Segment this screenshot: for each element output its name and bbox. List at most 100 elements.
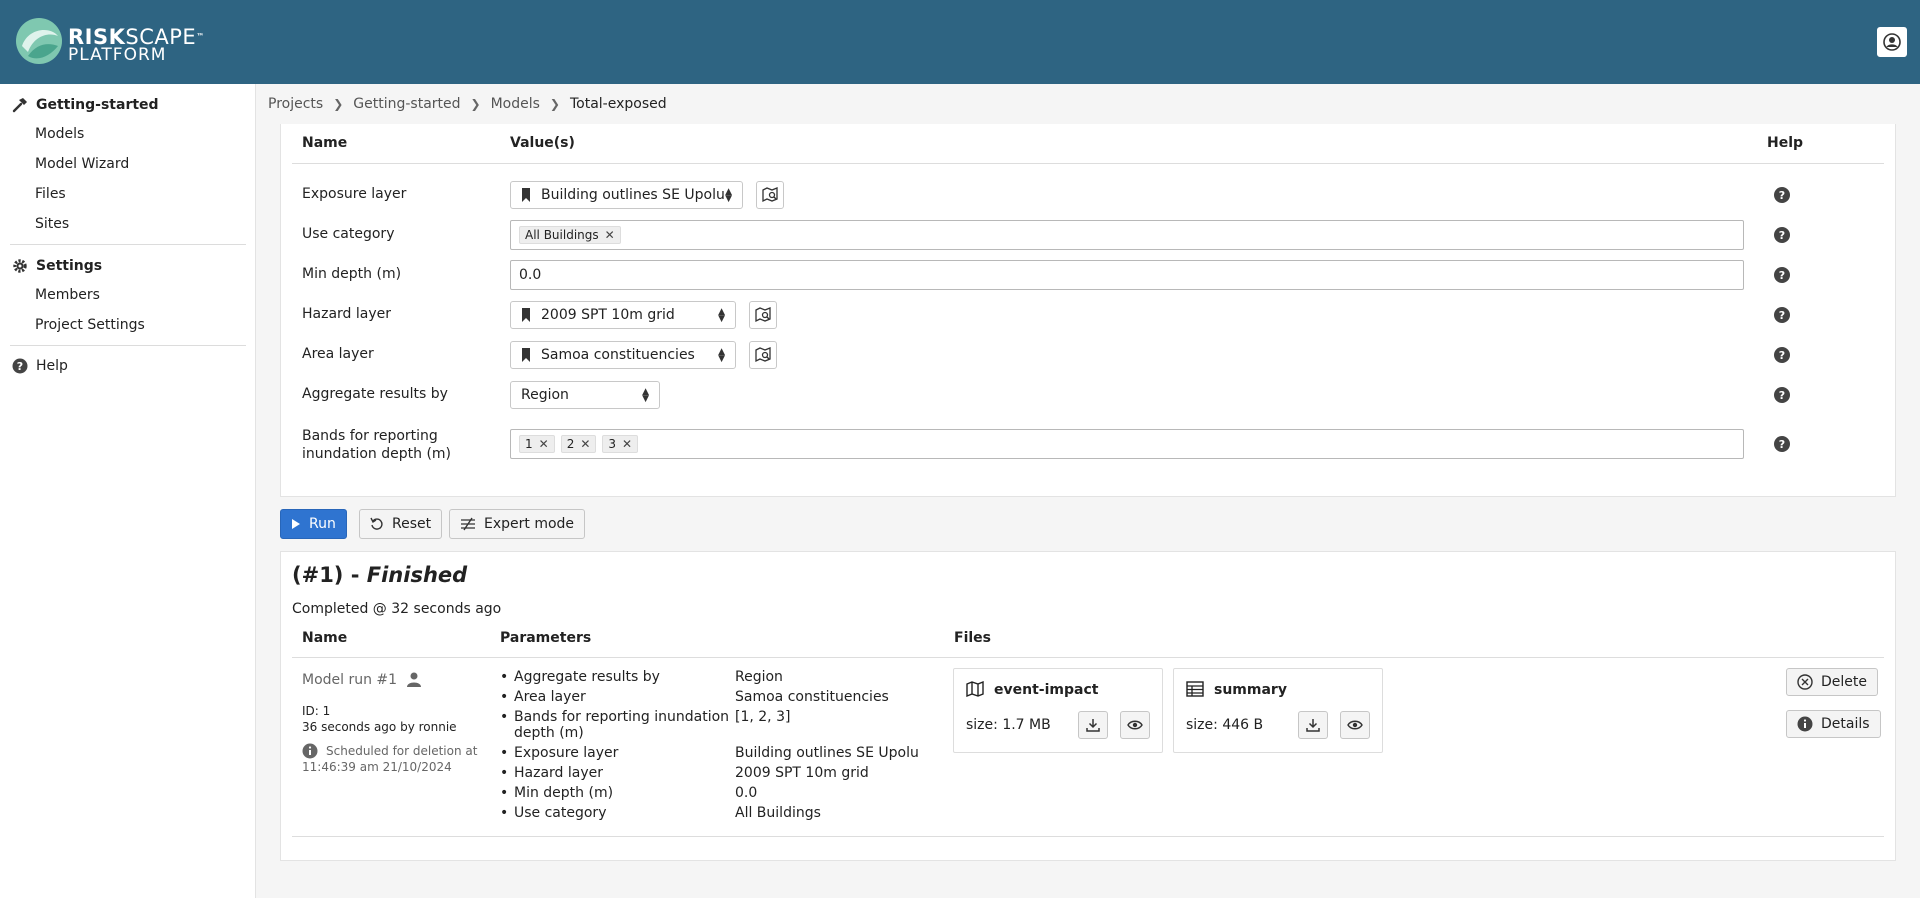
divider <box>292 836 1884 837</box>
bands-label: Bands for reporting inundation depth (m) <box>302 428 452 462</box>
list-item: Exposure layerBuilding outlines SE Upolu <box>500 745 920 765</box>
list-item: Bands for reporting inundationdepth (m)[… <box>500 709 920 745</box>
table-icon <box>1186 681 1204 697</box>
gear-icon <box>13 259 27 273</box>
sidebar-settings[interactable]: Settings <box>12 256 102 276</box>
area-layer-value: Samoa constituencies <box>541 347 695 363</box>
breadcrumb-projects[interactable]: Projects <box>268 96 323 112</box>
delete-button[interactable]: Delete <box>1786 668 1878 696</box>
run-title: (#1) - Finished <box>292 563 468 587</box>
sidebar-help[interactable]: ? Help <box>12 356 68 376</box>
run-deletion-note: Scheduled for deletion at 11:46:39 am 21… <box>302 744 478 774</box>
file-card-event-impact: event-impact size: 1.7 MB <box>953 668 1163 753</box>
map-search-icon <box>755 307 771 323</box>
area-map-button[interactable] <box>749 341 777 369</box>
map-search-icon <box>755 347 771 363</box>
tag-chip: 2 ✕ <box>560 435 597 453</box>
list-item: Hazard layer2009 SPT 10m grid <box>500 765 920 785</box>
exposure-layer-value: Building outlines SE Upolu <box>541 187 725 203</box>
chevron-right-icon: ❯ <box>549 97 560 111</box>
breadcrumb-models[interactable]: Models <box>491 96 540 112</box>
file-size: size: 446 B <box>1186 717 1264 733</box>
aggregate-value: Region <box>521 387 569 403</box>
details-button[interactable]: Details <box>1786 710 1881 738</box>
hazard-layer-label: Hazard layer <box>302 306 392 322</box>
min-depth-help-icon[interactable]: ? <box>1774 267 1790 283</box>
remove-tag-icon[interactable]: ✕ <box>622 437 632 451</box>
breadcrumb-current: Total-exposed <box>569 96 667 112</box>
chevron-right-icon: ❯ <box>470 97 481 111</box>
remove-tag-icon[interactable]: ✕ <box>539 437 549 451</box>
list-item: Min depth (m)0.0 <box>500 785 920 805</box>
run-name-link[interactable]: Model run #1 <box>302 672 397 688</box>
min-depth-label: Min depth (m) <box>302 266 402 282</box>
area-layer-select[interactable]: Samoa constituencies ▲ ▼ <box>510 341 736 369</box>
remove-tag-icon[interactable]: ✕ <box>580 437 590 451</box>
list-item: Aggregate results byRegion <box>500 669 920 689</box>
play-icon <box>292 519 300 529</box>
help-circle-icon: ? <box>12 358 28 374</box>
breadcrumb-project[interactable]: Getting-started <box>353 96 460 112</box>
sort-arrows-icon: ▲ ▼ <box>642 387 649 404</box>
hazard-map-button[interactable] <box>749 301 777 329</box>
sidebar-divider <box>10 244 246 245</box>
remove-tag-icon[interactable]: ✕ <box>605 228 615 242</box>
exposure-map-button[interactable] <box>756 181 784 209</box>
close-circle-icon <box>1797 674 1813 690</box>
run-completed: Completed @ 32 seconds ago <box>292 601 502 617</box>
sidebar-item-models[interactable]: Models <box>35 126 84 142</box>
expert-mode-button[interactable]: Expert mode <box>449 509 586 539</box>
eye-icon <box>1347 720 1363 730</box>
use-category-label: Use category <box>302 226 395 242</box>
download-icon <box>1086 719 1100 732</box>
map-icon <box>966 681 984 697</box>
aggregate-label: Aggregate results by <box>302 386 448 402</box>
breadcrumb: Projects ❯ Getting-started ❯ Models ❯ To… <box>268 96 667 112</box>
list-item: Area layerSamoa constituencies <box>500 689 920 709</box>
sidebar-item-members[interactable]: Members <box>35 287 100 303</box>
bookmark-icon <box>522 188 530 202</box>
download-button[interactable] <box>1078 711 1108 739</box>
col-name-header: Name <box>302 135 348 151</box>
sidebar-help-label: Help <box>36 358 68 374</box>
bookmark-icon <box>522 348 530 362</box>
tag-chip: 1 ✕ <box>519 435 555 453</box>
exposure-layer-label: Exposure layer <box>302 186 407 202</box>
reset-button[interactable]: Reset <box>359 509 443 539</box>
hazard-layer-select[interactable]: 2009 SPT 10m grid ▲ ▼ <box>510 301 736 329</box>
tag-chip: All Buildings ✕ <box>519 226 621 244</box>
sidebar-settings-label: Settings <box>36 258 103 274</box>
map-search-icon <box>762 187 778 203</box>
exposure-help-icon[interactable]: ? <box>1774 187 1790 203</box>
run-button[interactable]: Run <box>280 509 347 539</box>
min-depth-value: 0.0 <box>519 267 542 283</box>
list-item: Use categoryAll Buildings <box>500 805 920 825</box>
use-category-help-icon[interactable]: ? <box>1774 227 1790 243</box>
sidebar-item-sites[interactable]: Sites <box>35 216 69 232</box>
sort-arrows-icon: ▲ ▼ <box>718 347 725 364</box>
riskscape-logo-icon <box>16 18 62 64</box>
download-button[interactable] <box>1298 711 1328 739</box>
sidebar-divider <box>10 345 246 346</box>
area-help-icon[interactable]: ? <box>1774 347 1790 363</box>
bands-help-icon[interactable]: ? <box>1774 436 1790 452</box>
reset-icon <box>370 517 383 530</box>
divider <box>292 163 1884 164</box>
sort-arrows-icon: ▲ ▼ <box>725 187 732 204</box>
aggregate-select[interactable]: Region ▲ ▼ <box>510 381 660 409</box>
hazard-help-icon[interactable]: ? <box>1774 307 1790 323</box>
min-depth-input[interactable]: 0.0 <box>510 260 1744 290</box>
preview-button[interactable] <box>1340 711 1370 739</box>
exposure-layer-select[interactable]: Building outlines SE Upolu ▲ ▼ <box>510 181 743 209</box>
sidebar-item-model-wizard[interactable]: Model Wizard <box>35 156 129 172</box>
bands-input[interactable]: 1 ✕ 2 ✕ 3 ✕ <box>510 429 1744 459</box>
use-category-input[interactable]: All Buildings ✕ <box>510 220 1744 250</box>
aggregate-help-icon[interactable]: ? <box>1774 387 1790 403</box>
tag-chip: 3 ✕ <box>602 435 639 453</box>
preview-button[interactable] <box>1120 711 1150 739</box>
sidebar-item-files[interactable]: Files <box>35 186 66 202</box>
user-menu-button[interactable] <box>1877 27 1907 57</box>
col-help-header: Help <box>1767 135 1804 151</box>
sidebar-project[interactable]: Getting-started <box>12 95 159 115</box>
sidebar-item-project-settings[interactable]: Project Settings <box>35 317 145 333</box>
